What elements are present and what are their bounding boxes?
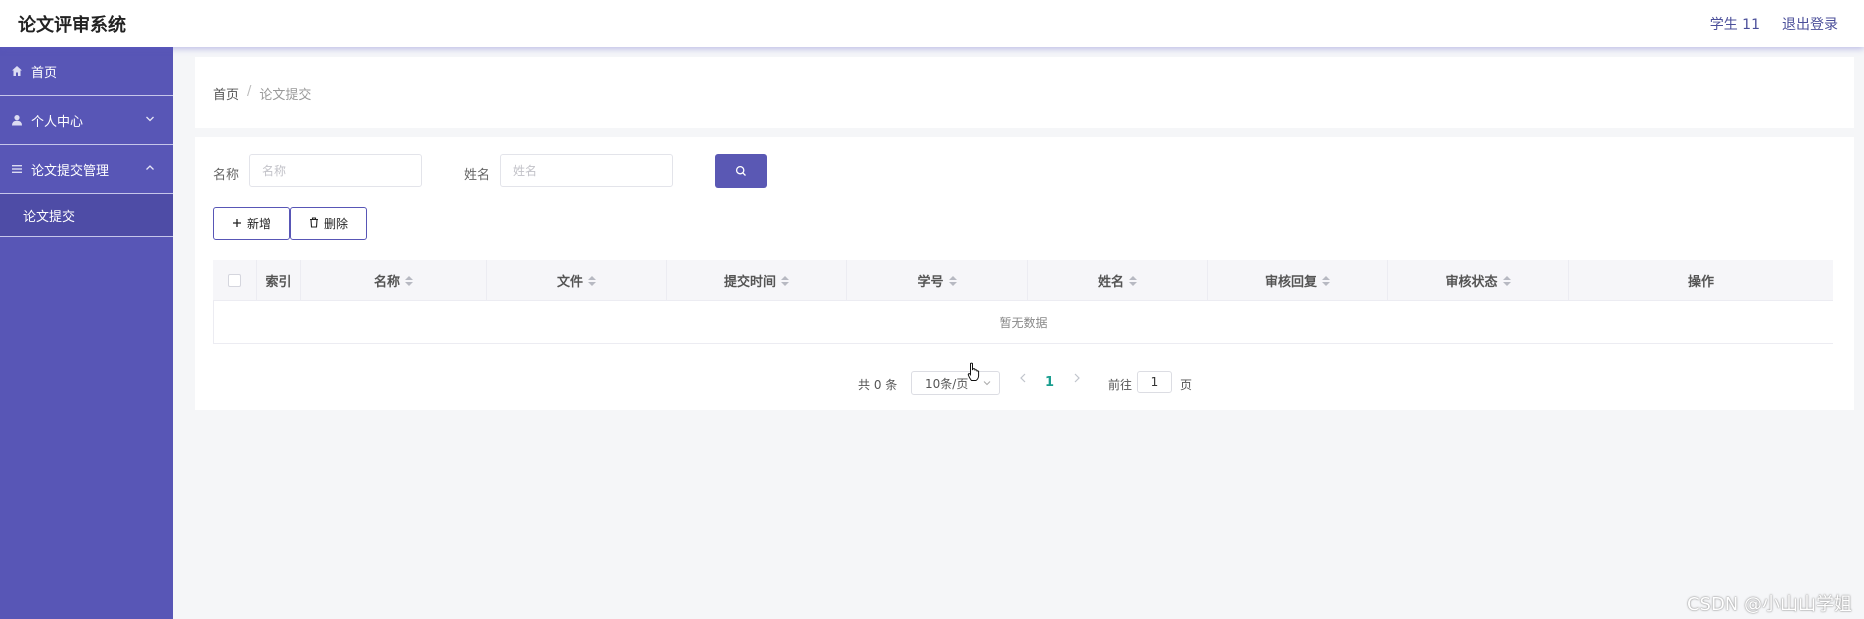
column-header-label: 操作 xyxy=(1687,275,1714,290)
name-search-input[interactable] xyxy=(249,154,422,187)
column-header-label: 学号 xyxy=(917,275,944,290)
trash-icon xyxy=(309,216,319,231)
column-header-label: 索引 xyxy=(265,275,292,290)
sidebar-item-thesis-management[interactable]: 论文提交管理 xyxy=(0,145,173,194)
hand-cursor-icon xyxy=(966,362,980,386)
empty-text: 暂无数据 xyxy=(999,315,1048,330)
user-icon xyxy=(10,113,24,127)
menu-icon xyxy=(10,162,24,176)
column-header-actions: 操作 xyxy=(1569,260,1833,301)
column-header-label: 名称 xyxy=(373,275,400,290)
column-header-index: 索引 xyxy=(257,260,301,301)
sidebar-item-profile[interactable]: 个人中心 xyxy=(0,96,173,145)
breadcrumb-separator: / xyxy=(247,84,252,99)
column-header-person-name[interactable]: 姓名 xyxy=(1028,260,1208,301)
column-header-label: 姓名 xyxy=(1097,275,1124,290)
page-size-value: 10条/页 xyxy=(925,376,969,391)
goto-page-input[interactable] xyxy=(1137,371,1172,393)
watermark: CSDN @小山山学姐 xyxy=(1686,594,1852,615)
next-page-button[interactable] xyxy=(1072,370,1082,389)
delete-button-label: 删除 xyxy=(323,217,348,231)
person-search-input[interactable] xyxy=(500,154,673,187)
logout-link[interactable]: 退出登录 xyxy=(1782,14,1838,34)
sort-icon[interactable] xyxy=(1502,275,1511,286)
page-size-select[interactable]: 10条/页 xyxy=(911,371,1000,395)
add-button[interactable]: 新增 xyxy=(213,207,290,240)
content-panel: 名称 姓名 新增 删除 索引 名称 文件 xyxy=(195,137,1854,410)
sidebar-item-label: 首页 xyxy=(31,65,58,81)
page-number-active[interactable]: 1 xyxy=(1045,375,1054,390)
column-header-student-id[interactable]: 学号 xyxy=(847,260,1028,301)
column-header-label: 文件 xyxy=(556,275,583,290)
search-button[interactable] xyxy=(715,154,767,188)
plus-icon xyxy=(232,217,242,231)
table-header: 索引 名称 文件 提交时间 学号 姓名 审核回复 审核状态 操作 xyxy=(213,260,1833,301)
column-header-label: 审核状态 xyxy=(1445,275,1498,290)
chevron-up-icon xyxy=(145,162,155,177)
sidebar-item-label: 论文提交管理 xyxy=(31,163,110,179)
column-header-review-status[interactable]: 审核状态 xyxy=(1388,260,1569,301)
select-all-checkbox[interactable] xyxy=(228,274,241,287)
table-empty-state: 暂无数据 xyxy=(213,301,1833,344)
sidebar-subitem-thesis-submit[interactable]: 论文提交 xyxy=(0,194,173,237)
column-header-name[interactable]: 名称 xyxy=(301,260,487,301)
search-icon xyxy=(735,162,747,181)
column-header-submit-time[interactable]: 提交时间 xyxy=(667,260,847,301)
column-header-label: 审核回复 xyxy=(1264,275,1317,290)
app-title: 论文评审系统 xyxy=(18,15,126,36)
sort-icon[interactable] xyxy=(781,275,789,286)
chevron-down-icon xyxy=(982,377,992,391)
delete-button[interactable]: 删除 xyxy=(290,207,367,240)
breadcrumb-current: 论文提交 xyxy=(259,88,312,103)
page-suffix: 页 xyxy=(1180,378,1193,392)
chevron-down-icon xyxy=(145,113,155,128)
current-user: 学生 11 xyxy=(1709,17,1760,33)
sort-icon[interactable] xyxy=(1129,275,1137,286)
sidebar: 首页 个人中心 论文提交管理 论文提交 xyxy=(0,47,173,619)
sidebar-item-label: 个人中心 xyxy=(31,114,84,130)
goto-label: 前往 xyxy=(1108,378,1133,392)
sort-icon[interactable] xyxy=(948,275,957,286)
breadcrumb: 首页 / 论文提交 xyxy=(213,84,311,103)
top-header: 论文评审系统 学生 11 退出登录 xyxy=(0,0,1864,47)
column-header-file[interactable]: 文件 xyxy=(487,260,667,301)
sidebar-item-home[interactable]: 首页 xyxy=(0,47,173,96)
prev-page-button[interactable] xyxy=(1018,370,1028,389)
name-search-label: 名称 xyxy=(213,168,240,183)
column-header-review-reply[interactable]: 审核回复 xyxy=(1208,260,1388,301)
sort-icon[interactable] xyxy=(588,275,596,286)
breadcrumb-panel: 首页 / 论文提交 xyxy=(195,57,1854,128)
sort-icon[interactable] xyxy=(1322,275,1330,286)
home-icon xyxy=(10,64,24,78)
total-count: 共 0 条 xyxy=(858,378,898,392)
sort-icon[interactable] xyxy=(405,275,413,286)
person-search-label: 姓名 xyxy=(464,168,491,183)
add-button-label: 新增 xyxy=(246,217,271,231)
select-all-cell xyxy=(213,260,257,301)
column-header-label: 提交时间 xyxy=(723,275,776,290)
breadcrumb-home[interactable]: 首页 xyxy=(213,84,239,103)
